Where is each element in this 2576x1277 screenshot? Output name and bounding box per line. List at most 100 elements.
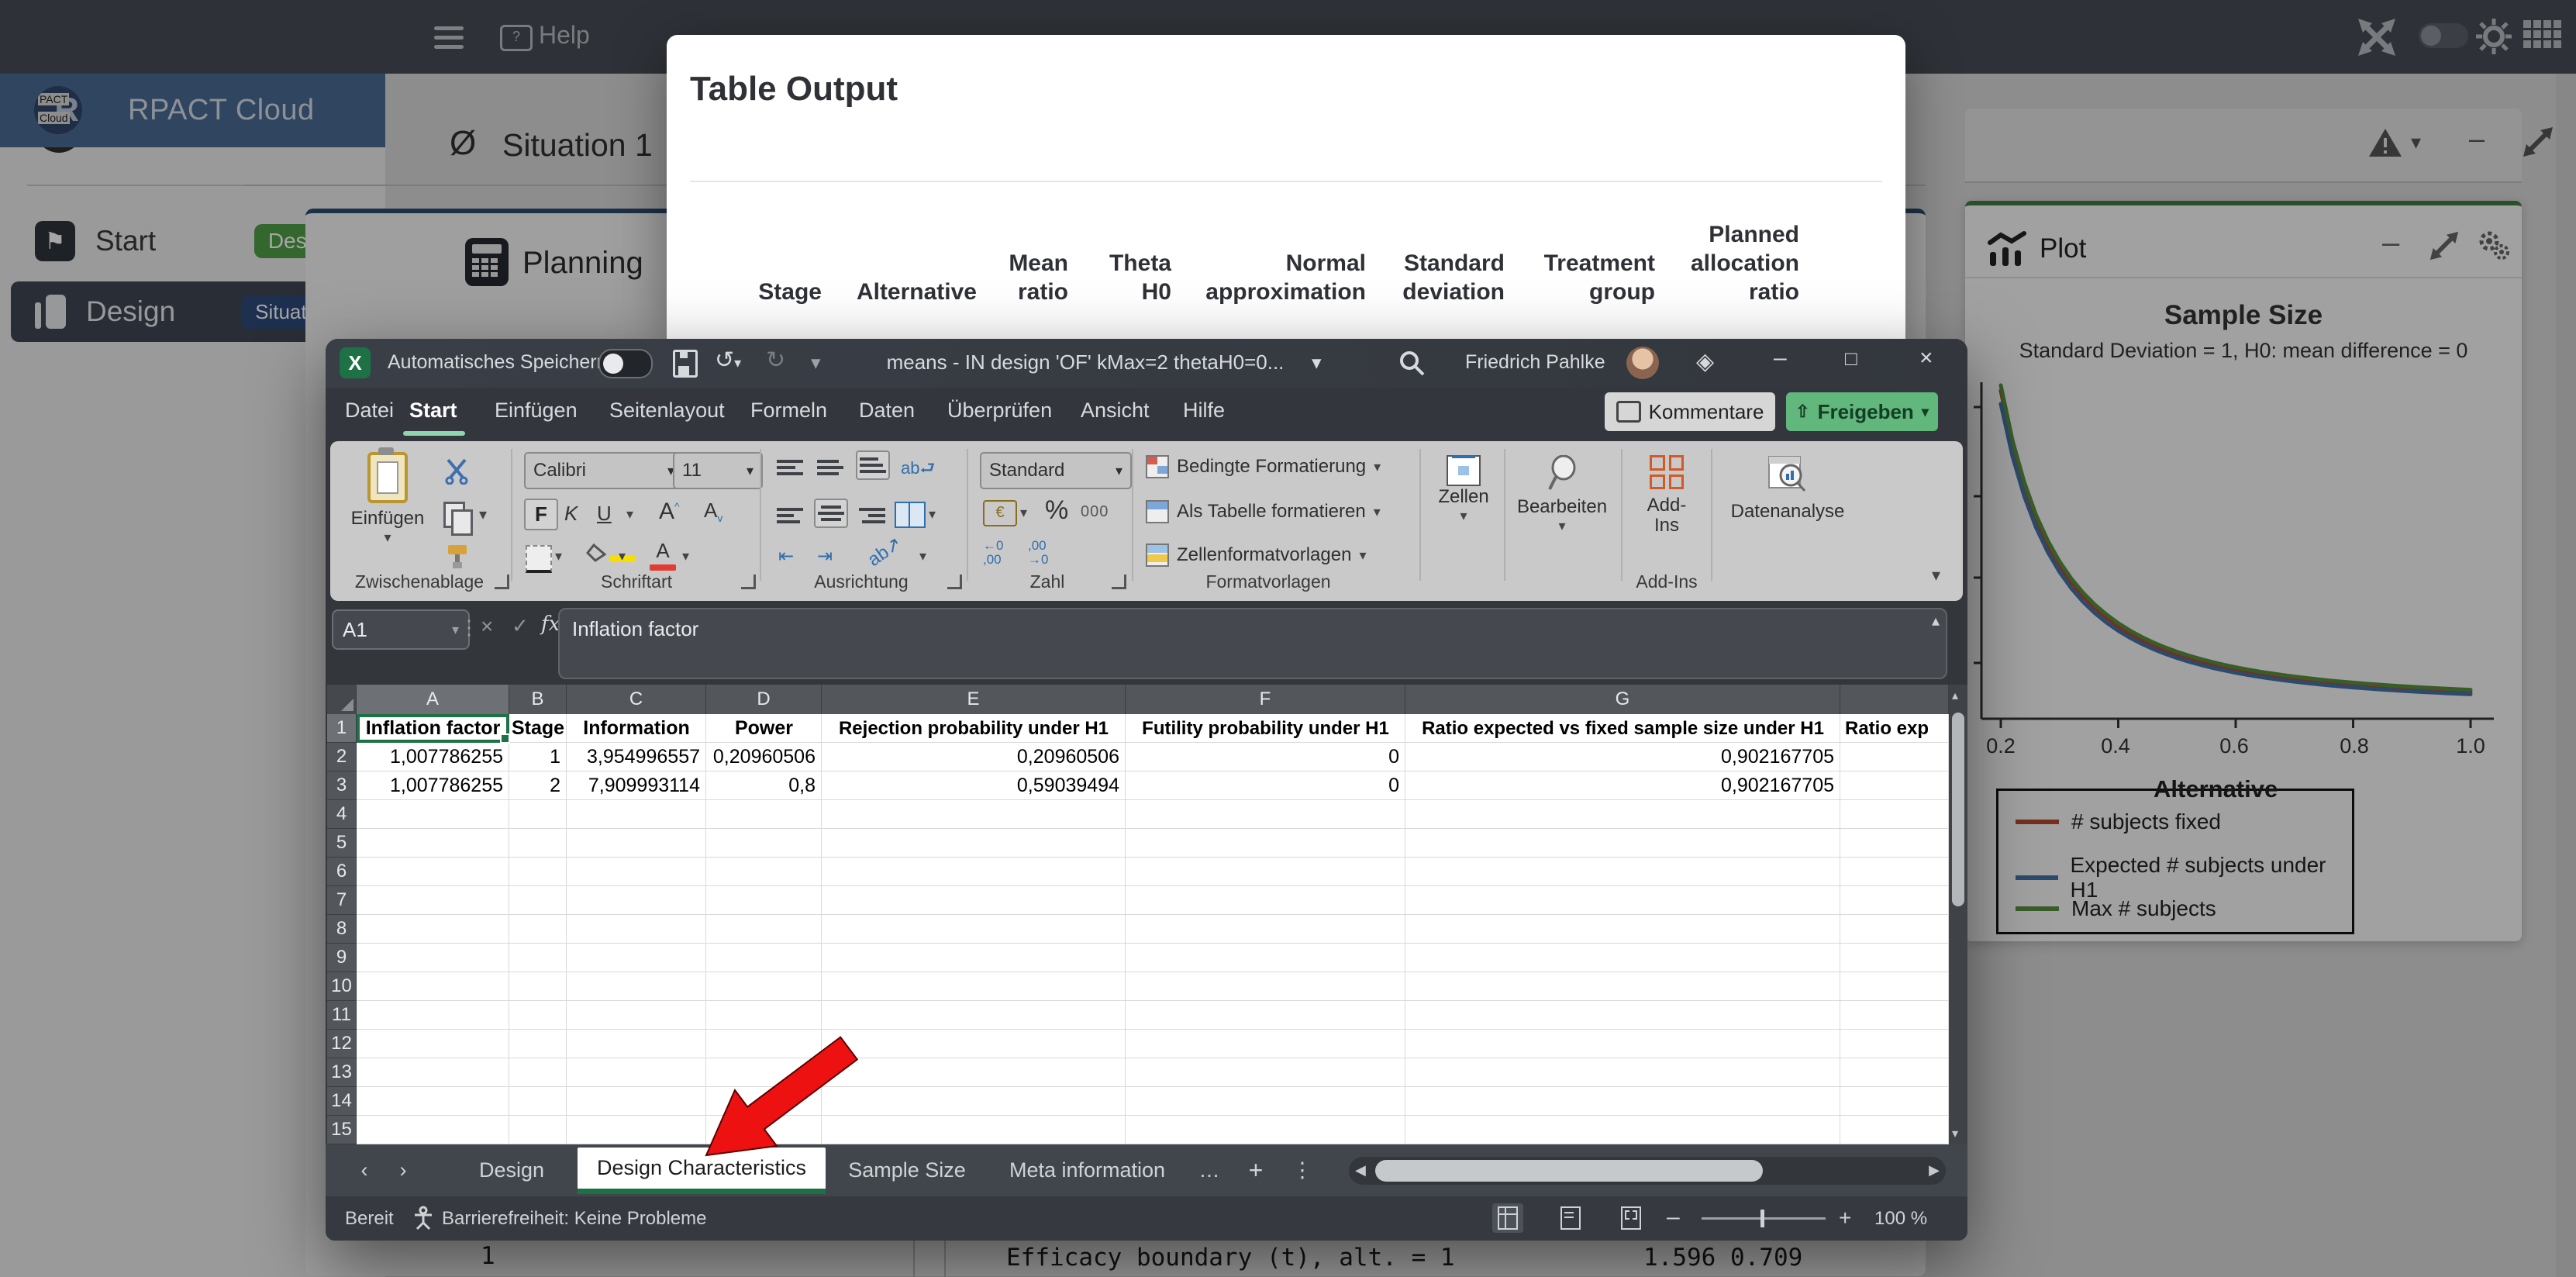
bold-button[interactable]: F [524, 499, 558, 530]
zoom-in-icon[interactable]: + [1839, 1206, 1851, 1230]
window-close-button[interactable]: × [1919, 345, 1933, 371]
normal-view-icon[interactable] [1492, 1203, 1523, 1233]
decrease-indent-icon[interactable]: ⇤ [778, 545, 794, 568]
accessibility-icon[interactable] [412, 1206, 434, 1230]
window-minimize-button[interactable]: – [1774, 345, 1787, 371]
search-icon[interactable] [1398, 350, 1425, 376]
data-analysis-button[interactable]: Datenanalyse [1726, 455, 1850, 523]
menu-formeln[interactable]: Formeln [750, 399, 827, 423]
percent-style-button[interactable]: % [1045, 495, 1068, 526]
comments-button[interactable]: Kommentare [1605, 392, 1775, 431]
format-painter-icon[interactable] [445, 544, 470, 570]
cut-icon[interactable] [443, 458, 470, 485]
number-dialog-launcher[interactable] [1112, 575, 1126, 589]
addins-button[interactable]: Add- Ins [1631, 455, 1702, 536]
grid-row-1[interactable]: Inflation factor Stage Information Power… [357, 714, 1949, 743]
conditional-formatting-button[interactable]: Bedingte Formatierung ▾ [1146, 455, 1381, 478]
grid-row-3[interactable]: 1,007786255 2 7,909993114 0,8 0,59039494… [357, 771, 1949, 800]
document-title[interactable]: means - IN design 'OF' kMax=2 thetaH0=0.… [868, 350, 1302, 374]
sheet-next-icon[interactable]: › [384, 1158, 422, 1182]
col-header-D[interactable]: D [706, 685, 822, 714]
wrap-text-icon[interactable]: ab⮐ [901, 455, 935, 485]
number-format-select[interactable]: Standard ▾ [980, 452, 1132, 489]
formula-input[interactable]: Inflation factor [558, 608, 1947, 679]
row-header-11[interactable]: 11 [327, 1001, 357, 1030]
font-color-icon[interactable]: A [650, 540, 676, 575]
col-header-B[interactable]: B [509, 685, 567, 714]
row-header-4[interactable]: 4 [327, 800, 357, 829]
editing-button[interactable]: Bearbeiten ▾ [1512, 454, 1612, 534]
menu-ueberpruefen[interactable]: Überprüfen [947, 399, 1052, 423]
col-header-F[interactable]: F [1126, 685, 1405, 714]
align-bottom-icon[interactable] [856, 450, 890, 480]
menu-start[interactable]: Start [409, 399, 457, 423]
col-header-E[interactable]: E [822, 685, 1126, 714]
sheet-prev-icon[interactable]: ‹ [345, 1158, 384, 1182]
row-header-6[interactable]: 6 [327, 858, 357, 886]
font-color-caret-icon[interactable]: ▾ [682, 548, 689, 564]
menu-seitenlayout[interactable]: Seitenlayout [609, 399, 725, 423]
row-header-7[interactable]: 7 [327, 886, 357, 915]
zoom-level[interactable]: 100 % [1874, 1208, 1927, 1230]
menu-daten[interactable]: Daten [859, 399, 915, 423]
window-maximize-button[interactable]: □ [1845, 347, 1857, 371]
cells-button[interactable]: Zellen ▾ [1431, 455, 1496, 524]
font-size-select[interactable]: 11 ▾ [673, 452, 763, 489]
orientation-caret-icon[interactable]: ▾ [919, 548, 926, 564]
paste-button[interactable]: Einfügen ▾ [349, 447, 426, 545]
copy-ribbon-icon[interactable] [443, 502, 473, 536]
user-avatar[interactable] [1626, 347, 1659, 379]
align-center-icon[interactable] [814, 499, 848, 528]
decrease-font-icon[interactable]: Av [704, 499, 722, 524]
row-header-10[interactable]: 10 [327, 972, 357, 1001]
merge-center-icon[interactable] [895, 502, 926, 528]
align-middle-icon[interactable] [817, 457, 843, 478]
confirm-formula-icon[interactable]: ✓ [512, 614, 529, 638]
sheet-more-icon[interactable]: ⋮ [1279, 1158, 1326, 1182]
underline-caret-icon[interactable]: ▾ [626, 506, 633, 523]
menu-hilfe[interactable]: Hilfe [1183, 399, 1225, 423]
add-sheet-button[interactable]: + [1233, 1156, 1279, 1185]
redo-icon[interactable]: ↻ [766, 347, 785, 374]
formula-collapse-icon[interactable]: ▴ [1932, 611, 1940, 630]
orientation-icon[interactable]: ab↗ [864, 532, 906, 571]
menu-einfuegen[interactable]: Einfügen [495, 399, 578, 423]
menu-ansicht[interactable]: Ansicht [1081, 399, 1150, 423]
ribbon-collapse-icon[interactable]: ▾ [1932, 565, 1940, 585]
undo-icon[interactable]: ↺▾ [715, 347, 741, 374]
title-caret-icon[interactable]: ▾ [1312, 351, 1322, 374]
align-left-icon[interactable] [777, 505, 803, 526]
row-header-13[interactable]: 13 [327, 1058, 357, 1087]
excel-titlebar[interactable]: X Automatisches Speichern ↺▾ ↻ ▾ means -… [326, 339, 1967, 388]
sheet-hscrollbar[interactable]: ◀ ▶ [1349, 1156, 1946, 1185]
row-header-1[interactable]: 1 [327, 714, 357, 743]
font-name-select[interactable]: Calibri ▾ [524, 452, 684, 489]
comma-style-button[interactable]: 000 [1081, 503, 1109, 521]
format-as-table-button[interactable]: Als Tabelle formatieren ▾ [1146, 500, 1381, 523]
row-header-2[interactable]: 2 [327, 743, 357, 771]
grid-row-2[interactable]: 1,007786255 1 3,954996557 0,20960506 0,2… [357, 743, 1949, 771]
col-header-G[interactable]: G [1405, 685, 1840, 714]
accounting-caret-icon[interactable]: ▾ [1020, 505, 1027, 521]
fill-color-icon[interactable] [585, 543, 636, 566]
align-top-icon[interactable] [777, 457, 803, 478]
row-header-14[interactable]: 14 [327, 1087, 357, 1116]
borders-caret-icon[interactable]: ▾ [555, 548, 562, 564]
increase-indent-icon[interactable]: ⇥ [817, 545, 833, 568]
row-header-12[interactable]: 12 [327, 1030, 357, 1058]
cell-styles-button[interactable]: Zellenformatvorlagen ▾ [1146, 544, 1367, 567]
row-header-3[interactable]: 3 [327, 771, 357, 800]
cancel-formula-icon[interactable]: × [481, 614, 493, 639]
sheet-overflow-icon[interactable]: … [1186, 1158, 1233, 1182]
row-header-9[interactable]: 9 [327, 944, 357, 972]
row-header-15[interactable]: 15 [327, 1116, 357, 1144]
name-box[interactable]: A1 ▾ [332, 609, 470, 650]
underline-button[interactable]: U [597, 502, 612, 526]
col-header-H-partial[interactable] [1840, 685, 1949, 714]
col-header-A[interactable]: A [357, 685, 509, 714]
italic-button[interactable]: K [564, 502, 578, 526]
save-icon[interactable] [673, 350, 698, 378]
borders-icon[interactable] [526, 545, 552, 573]
page-break-view-icon[interactable] [1616, 1203, 1647, 1233]
menu-datei[interactable]: Datei [345, 399, 394, 423]
